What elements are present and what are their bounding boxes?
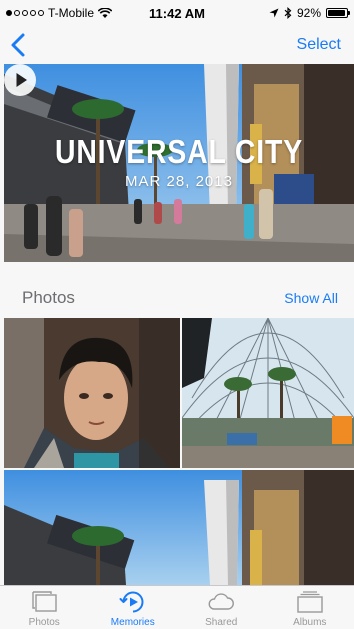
photo-thumbnail[interactable] <box>4 470 354 585</box>
memory-title: UNIVERSAL CITY <box>29 133 330 171</box>
tab-bar: Photos Memories Shared Albums <box>0 585 354 629</box>
battery-percent: 92% <box>297 6 321 20</box>
memories-icon <box>119 590 147 614</box>
location-arrow-icon <box>269 8 279 18</box>
tab-memories[interactable]: Memories <box>89 586 178 629</box>
select-button[interactable]: Select <box>297 36 341 54</box>
battery-icon <box>326 8 348 18</box>
bluetooth-icon <box>284 7 292 19</box>
tab-shared[interactable]: Shared <box>177 586 266 629</box>
memory-hero-card[interactable]: UNIVERSAL CITY MAR 28, 2013 <box>4 64 354 262</box>
selfie-photo <box>4 318 180 468</box>
navigation-bar: Select <box>0 26 354 64</box>
photos-section-header: Photos Show All <box>0 262 354 318</box>
section-title: Photos <box>22 288 75 308</box>
play-icon[interactable] <box>4 64 36 96</box>
tab-label: Shared <box>177 617 266 628</box>
tab-label: Photos <box>0 617 89 628</box>
chevron-left-icon[interactable] <box>8 32 30 58</box>
photo-thumbnail[interactable] <box>4 318 180 468</box>
cloud-icon <box>207 590 235 614</box>
albums-icon <box>296 590 324 614</box>
photos-icon <box>30 590 58 614</box>
tab-photos[interactable]: Photos <box>0 586 89 629</box>
show-all-button[interactable]: Show All <box>284 290 338 306</box>
memory-date: MAR 28, 2013 <box>4 173 354 190</box>
photo-thumbnail[interactable] <box>182 318 354 468</box>
status-bar: T-Mobile 11:42 AM 92% <box>0 0 354 26</box>
universal-city-photo <box>4 470 354 585</box>
tab-label: Albums <box>266 617 354 628</box>
dome-photo <box>182 318 354 468</box>
tab-albums[interactable]: Albums <box>266 586 354 629</box>
status-right: 92% <box>269 6 348 20</box>
battery-fill <box>328 10 345 16</box>
tab-label: Memories <box>89 617 178 628</box>
